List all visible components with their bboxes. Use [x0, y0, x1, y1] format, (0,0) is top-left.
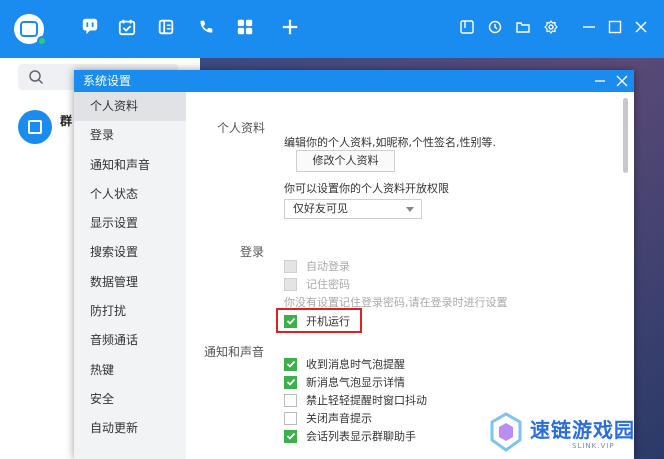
contact-name[interactable]: 群 — [60, 112, 72, 129]
menu-item-security[interactable]: 安全 — [74, 385, 186, 414]
folder-icon[interactable] — [516, 20, 532, 36]
remember-password-label: 记住密码 — [306, 278, 350, 291]
permission-select[interactable]: 仅好友可见 — [284, 199, 422, 219]
history-icon[interactable] — [488, 20, 504, 36]
dialog-minimize-icon[interactable] — [593, 73, 609, 89]
menu-item-search[interactable]: 搜索设置 — [74, 238, 186, 267]
settings-dialog: 系统设置 个人资料 登录 通知和声音 个人状态 显示设置 搜索设置 数据管理 防… — [74, 70, 634, 459]
permission-description: 你可以设置你的个人资料开放权限 — [284, 182, 449, 195]
minimize-icon[interactable] — [582, 20, 598, 36]
avatar-icon — [20, 21, 38, 37]
checkbox-box — [284, 411, 297, 425]
remember-password-checkbox: 记住密码 — [284, 276, 350, 292]
menu-item-notify[interactable]: 通知和声音 — [74, 151, 186, 180]
docs-icon[interactable] — [156, 17, 176, 37]
checkbox-box — [284, 357, 297, 371]
calendar-icon[interactable] — [117, 17, 137, 37]
group-avatar[interactable] — [18, 110, 52, 144]
checkbox-box — [284, 429, 297, 443]
settings-icon[interactable] — [544, 20, 560, 36]
dialog-title-bar: 系统设置 — [74, 70, 634, 92]
menu-item-hotkey[interactable]: 热键 — [74, 356, 186, 385]
menu-item-login[interactable]: 登录 — [74, 121, 186, 150]
watermark-logo-icon — [490, 412, 522, 452]
auto-login-label: 自动登录 — [306, 260, 350, 273]
maximize-icon[interactable] — [608, 20, 624, 36]
menu-item-profile[interactable]: 个人资料 — [74, 92, 186, 122]
notes-icon[interactable] — [460, 20, 476, 36]
checkbox-box — [284, 277, 297, 291]
scrollbar[interactable] — [623, 98, 628, 173]
notify-item-label: 禁止轻轻提醒时窗口抖动 — [306, 394, 427, 407]
notify-assistant-checkbox[interactable]: 会话列表显示群聊助手 — [284, 428, 416, 444]
notify-item-label: 关闭声音提示 — [306, 412, 372, 425]
chevron-down-icon — [406, 207, 414, 212]
close-icon[interactable] — [634, 20, 650, 36]
watermark-text: 速链游戏园 — [530, 418, 635, 442]
menu-item-auto-update[interactable]: 自动更新 — [74, 414, 186, 443]
permission-select-value: 仅好友可见 — [293, 202, 348, 215]
section-profile-title: 个人资料 — [217, 121, 266, 135]
dialog-title: 系统设置 — [83, 74, 132, 88]
notify-bubble-checkbox[interactable]: 收到消息时气泡提醒 — [284, 356, 405, 372]
check-icon — [286, 378, 295, 386]
watermark: 速链游戏园 SLINK.VIP — [486, 410, 662, 458]
apps-icon[interactable] — [235, 17, 255, 37]
notify-detail-checkbox[interactable]: 新消息气泡显示详情 — [284, 374, 405, 390]
menu-item-display[interactable]: 显示设置 — [74, 209, 186, 238]
menu-item-audio-call[interactable]: 音频通话 — [74, 326, 186, 355]
notify-item-label: 会话列表显示群聊助手 — [306, 430, 416, 443]
settings-menu: 个人资料 登录 通知和声音 个人状态 显示设置 搜索设置 数据管理 防打扰 音频… — [74, 92, 186, 459]
menu-item-data[interactable]: 数据管理 — [74, 268, 186, 297]
menu-item-status[interactable]: 个人状态 — [74, 180, 186, 209]
profile-description: 编辑你的个人资料,如昵称,个性签名,性别等. — [284, 136, 496, 149]
checkbox-box — [284, 393, 297, 407]
notify-mute-checkbox[interactable]: 关闭声音提示 — [284, 410, 372, 426]
edit-profile-button[interactable]: 修改个人资料 — [296, 150, 395, 172]
phone-icon[interactable] — [196, 17, 216, 37]
menu-item-dnd[interactable]: 防打扰 — [74, 297, 186, 326]
notify-item-label: 收到消息时气泡提醒 — [306, 358, 405, 371]
watermark-subtext: SLINK.VIP — [572, 442, 615, 450]
chat-icon[interactable] — [76, 12, 104, 40]
check-icon — [286, 360, 295, 368]
search-icon — [29, 70, 44, 85]
plus-icon[interactable] — [280, 17, 300, 37]
section-notify-title: 通知和声音 — [204, 345, 265, 359]
notify-shake-checkbox[interactable]: 禁止轻轻提醒时窗口抖动 — [284, 392, 427, 408]
dialog-close-icon[interactable] — [615, 73, 631, 89]
check-icon — [286, 432, 295, 440]
app-top-bar — [0, 0, 664, 58]
notify-item-label: 新消息气泡显示详情 — [306, 376, 405, 389]
settings-content: 个人资料 编辑你的个人资料,如昵称,个性签名,性别等. 修改个人资料 你可以设置… — [186, 92, 634, 459]
checkbox-box — [284, 375, 297, 389]
user-avatar[interactable] — [14, 14, 47, 46]
checkbox-box — [284, 259, 297, 273]
highlight-frame — [276, 308, 362, 333]
group-icon — [28, 120, 42, 134]
section-login-title: 登录 — [240, 245, 265, 259]
online-status-dot — [37, 36, 47, 46]
auto-login-checkbox: 自动登录 — [284, 258, 350, 274]
